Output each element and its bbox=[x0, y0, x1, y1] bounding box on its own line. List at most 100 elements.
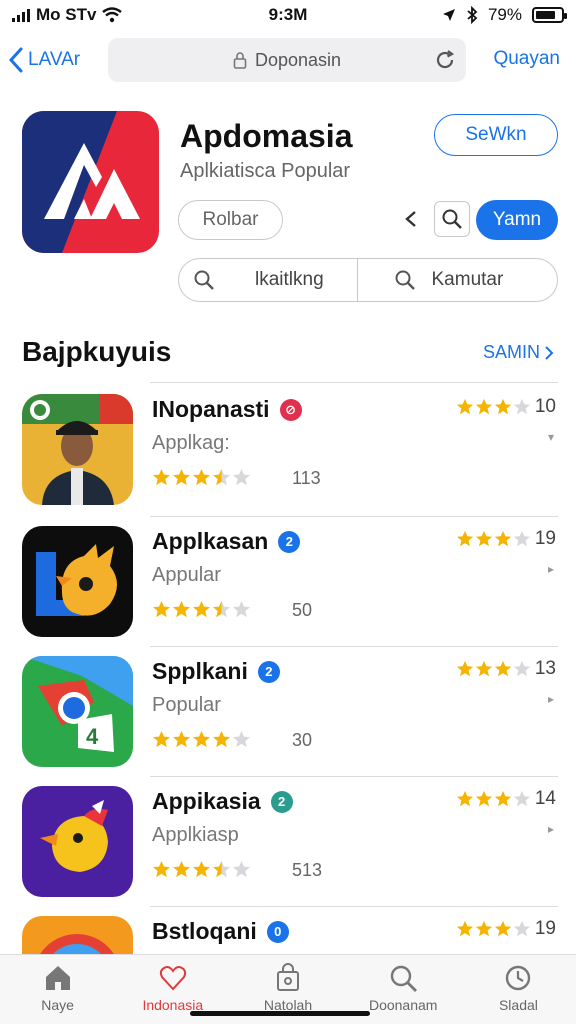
app-row-name: Applkasan 2 bbox=[152, 528, 301, 555]
share-back-button[interactable] bbox=[396, 202, 426, 236]
svg-text:4: 4 bbox=[86, 724, 99, 749]
search-icon bbox=[194, 270, 214, 290]
star-icon bbox=[232, 860, 251, 878]
app-row-subtitle: Popular bbox=[152, 694, 221, 716]
star-rating bbox=[152, 730, 251, 749]
star-icon bbox=[513, 920, 531, 937]
app-row-4[interactable]: Appikasia 2 Applkiasp 513 14 ▸ bbox=[0, 776, 576, 908]
star-icon bbox=[494, 398, 512, 415]
segmented-search: lkaitlkng Kamutar bbox=[178, 258, 558, 302]
star-icon bbox=[494, 920, 512, 937]
star-icon bbox=[152, 468, 171, 486]
nav-right-link[interactable]: Quayan bbox=[493, 48, 560, 70]
tab-home[interactable]: Naye bbox=[0, 955, 115, 1024]
star-icon bbox=[212, 730, 231, 748]
battery-fill bbox=[536, 11, 555, 19]
star-icon bbox=[513, 398, 531, 415]
verified-badge-icon: ⊘ bbox=[279, 398, 302, 421]
primary-action-button[interactable]: Yamn bbox=[476, 200, 558, 240]
heart-icon bbox=[159, 966, 186, 991]
star-icon bbox=[212, 600, 231, 618]
star-icon bbox=[475, 530, 493, 547]
app-row-3[interactable]: 4 Spplkani 2 Popular 30 13 ▸ bbox=[0, 646, 576, 778]
chevron-down-icon: ▾ bbox=[547, 430, 554, 444]
app-row-subtitle: Applkiasp bbox=[152, 824, 239, 846]
app-row-title: Spplkani bbox=[152, 658, 248, 684]
app-row-icon-person bbox=[22, 394, 133, 505]
mini-star-rating bbox=[456, 790, 531, 808]
url-bar[interactable]: Doponasin bbox=[108, 38, 466, 82]
star-icon bbox=[172, 468, 191, 486]
star-icon bbox=[192, 468, 211, 486]
reload-icon[interactable] bbox=[434, 49, 456, 71]
see-all-link[interactable]: SAMIN bbox=[483, 342, 554, 363]
get-button[interactable]: SeWkn bbox=[434, 114, 558, 156]
segment-left[interactable]: lkaitlkng bbox=[179, 259, 357, 301]
star-icon bbox=[513, 530, 531, 547]
chevron-right-icon: ▸ bbox=[547, 822, 554, 836]
star-icon bbox=[475, 660, 493, 677]
star-icon bbox=[152, 600, 171, 618]
tab-label: Sladal bbox=[498, 997, 538, 1013]
app-row-name: INopanasti ⊘ bbox=[152, 396, 302, 423]
star-icon bbox=[475, 398, 493, 415]
app-row-1[interactable]: INopanasti ⊘ Applkag: 113 10 ▾ bbox=[0, 384, 576, 516]
status-bar: Mo STv 9:3M 79% bbox=[0, 0, 576, 30]
star-icon bbox=[456, 398, 474, 415]
star-icon bbox=[456, 790, 474, 807]
star-icon bbox=[494, 530, 512, 547]
star-icon bbox=[456, 920, 474, 937]
segment-right-label: Kamutar bbox=[431, 269, 504, 290]
rank-number: 19 bbox=[534, 528, 556, 549]
back-button[interactable]: LAVAr bbox=[0, 47, 100, 73]
star-icon bbox=[456, 530, 474, 547]
lock-icon bbox=[233, 52, 247, 69]
app-row-name: Bstloqani 0 bbox=[152, 918, 289, 945]
chevron-left-icon bbox=[8, 47, 23, 73]
secondary-button[interactable]: Rolbar bbox=[178, 200, 283, 240]
rating-count: 30 bbox=[292, 730, 313, 750]
battery-icon bbox=[532, 7, 567, 23]
app-row-name: Appikasia 2 bbox=[152, 788, 293, 815]
star-icon bbox=[494, 790, 512, 807]
carrier-name: Mo STv bbox=[36, 5, 97, 24]
star-rating bbox=[152, 468, 251, 487]
mini-star-rating bbox=[456, 660, 531, 678]
section-title: Bajpkuyuis bbox=[22, 336, 172, 367]
tab-sladal[interactable]: Sladal bbox=[461, 955, 576, 1024]
search-icon bbox=[395, 270, 415, 290]
rating-count: 50 bbox=[292, 600, 313, 620]
star-icon bbox=[172, 600, 191, 618]
app-subtitle: Aplkiatisca Popular bbox=[180, 160, 351, 182]
signal-icon bbox=[12, 8, 30, 22]
rank-number: 13 bbox=[534, 658, 556, 679]
status-left: Mo STv bbox=[12, 5, 123, 25]
app-row-2[interactable]: Applkasan 2 Appular 50 19 ▸ bbox=[0, 516, 576, 648]
star-icon bbox=[232, 730, 251, 748]
bag-icon bbox=[277, 963, 299, 991]
status-right: 79% bbox=[442, 5, 567, 25]
app-row-icon-chrome: 4 bbox=[22, 656, 133, 767]
url-text: Doponasin bbox=[254, 49, 342, 70]
home-icon bbox=[45, 966, 70, 990]
divider bbox=[150, 382, 558, 383]
chevron-right-icon: ▸ bbox=[547, 692, 554, 706]
chevron-right-icon: ▸ bbox=[547, 562, 554, 576]
app-row-title: INopanasti bbox=[152, 396, 270, 422]
star-icon bbox=[212, 468, 231, 486]
star-icon bbox=[192, 600, 211, 618]
star-rating bbox=[152, 860, 251, 879]
app-row-name: Spplkani 2 bbox=[152, 658, 280, 685]
app-row-subtitle: Applkag: bbox=[152, 432, 230, 454]
search-square-button[interactable] bbox=[434, 201, 470, 237]
rank-number: 10 bbox=[534, 396, 556, 417]
verified-badge-icon: 2 bbox=[278, 530, 301, 553]
segment-right[interactable]: Kamutar bbox=[356, 259, 558, 301]
rank-number: 14 bbox=[534, 788, 556, 809]
search-icon bbox=[442, 209, 462, 229]
app-icon bbox=[22, 111, 159, 253]
star-icon bbox=[456, 660, 474, 677]
star-rating bbox=[152, 600, 251, 619]
star-icon bbox=[475, 920, 493, 937]
star-icon bbox=[172, 730, 191, 748]
